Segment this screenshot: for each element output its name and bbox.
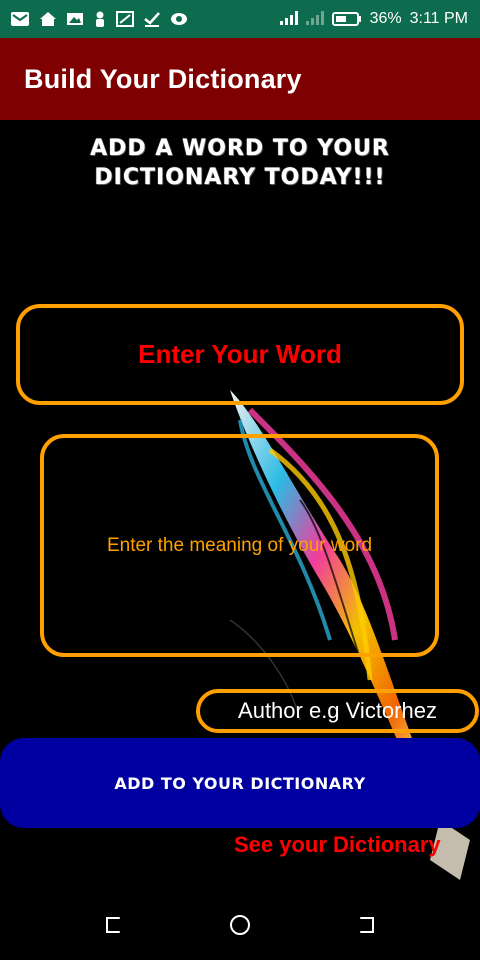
status-bar: 36% 3:11 PM (0, 0, 480, 38)
recents-icon[interactable] (347, 905, 387, 945)
system-indicators: 36% 3:11 PM (279, 9, 468, 30)
app-bar: Build Your Dictionary (0, 38, 480, 120)
cast-icon (116, 11, 134, 27)
gmail-icon (10, 11, 30, 27)
author-input[interactable]: Author e.g Victorhez (196, 689, 479, 733)
headline-text: ADD A WORD TO YOUR DICTIONARY TODAY!!! (90, 136, 390, 190)
meaning-input-placeholder: Enter the meaning of your word (106, 534, 373, 556)
person-icon (93, 11, 107, 27)
battery-icon (331, 11, 362, 27)
add-button-label: ADD TO YOUR DICTIONARY (114, 773, 366, 793)
main-content: ADD A WORD TO YOUR DICTIONARY TODAY!!! E… (0, 120, 480, 890)
navigation-bar (0, 890, 480, 960)
eye-icon (170, 12, 188, 26)
home-circle-icon[interactable] (220, 905, 260, 945)
add-to-dictionary-button[interactable]: ADD TO YOUR DICTIONARY (0, 738, 480, 828)
author-input-placeholder: Author e.g Victorhez (238, 698, 437, 723)
check-icon (143, 11, 161, 27)
see-dictionary-link[interactable]: See your Dictionary (234, 832, 441, 858)
app-title: Build Your Dictionary (24, 63, 302, 94)
image-icon (66, 11, 84, 27)
word-input[interactable]: Enter Your Word (16, 304, 464, 405)
word-input-placeholder: Enter Your Word (138, 339, 342, 369)
back-icon[interactable] (93, 905, 133, 945)
headline: ADD A WORD TO YOUR DICTIONARY TODAY!!! (0, 134, 480, 192)
home-icon (39, 11, 57, 27)
clock: 3:11 PM (409, 10, 468, 27)
notification-icons (10, 11, 188, 27)
signal-icon (279, 9, 324, 30)
meaning-input[interactable]: Enter the meaning of your word (40, 434, 439, 657)
battery-percent: 36% (369, 10, 402, 27)
